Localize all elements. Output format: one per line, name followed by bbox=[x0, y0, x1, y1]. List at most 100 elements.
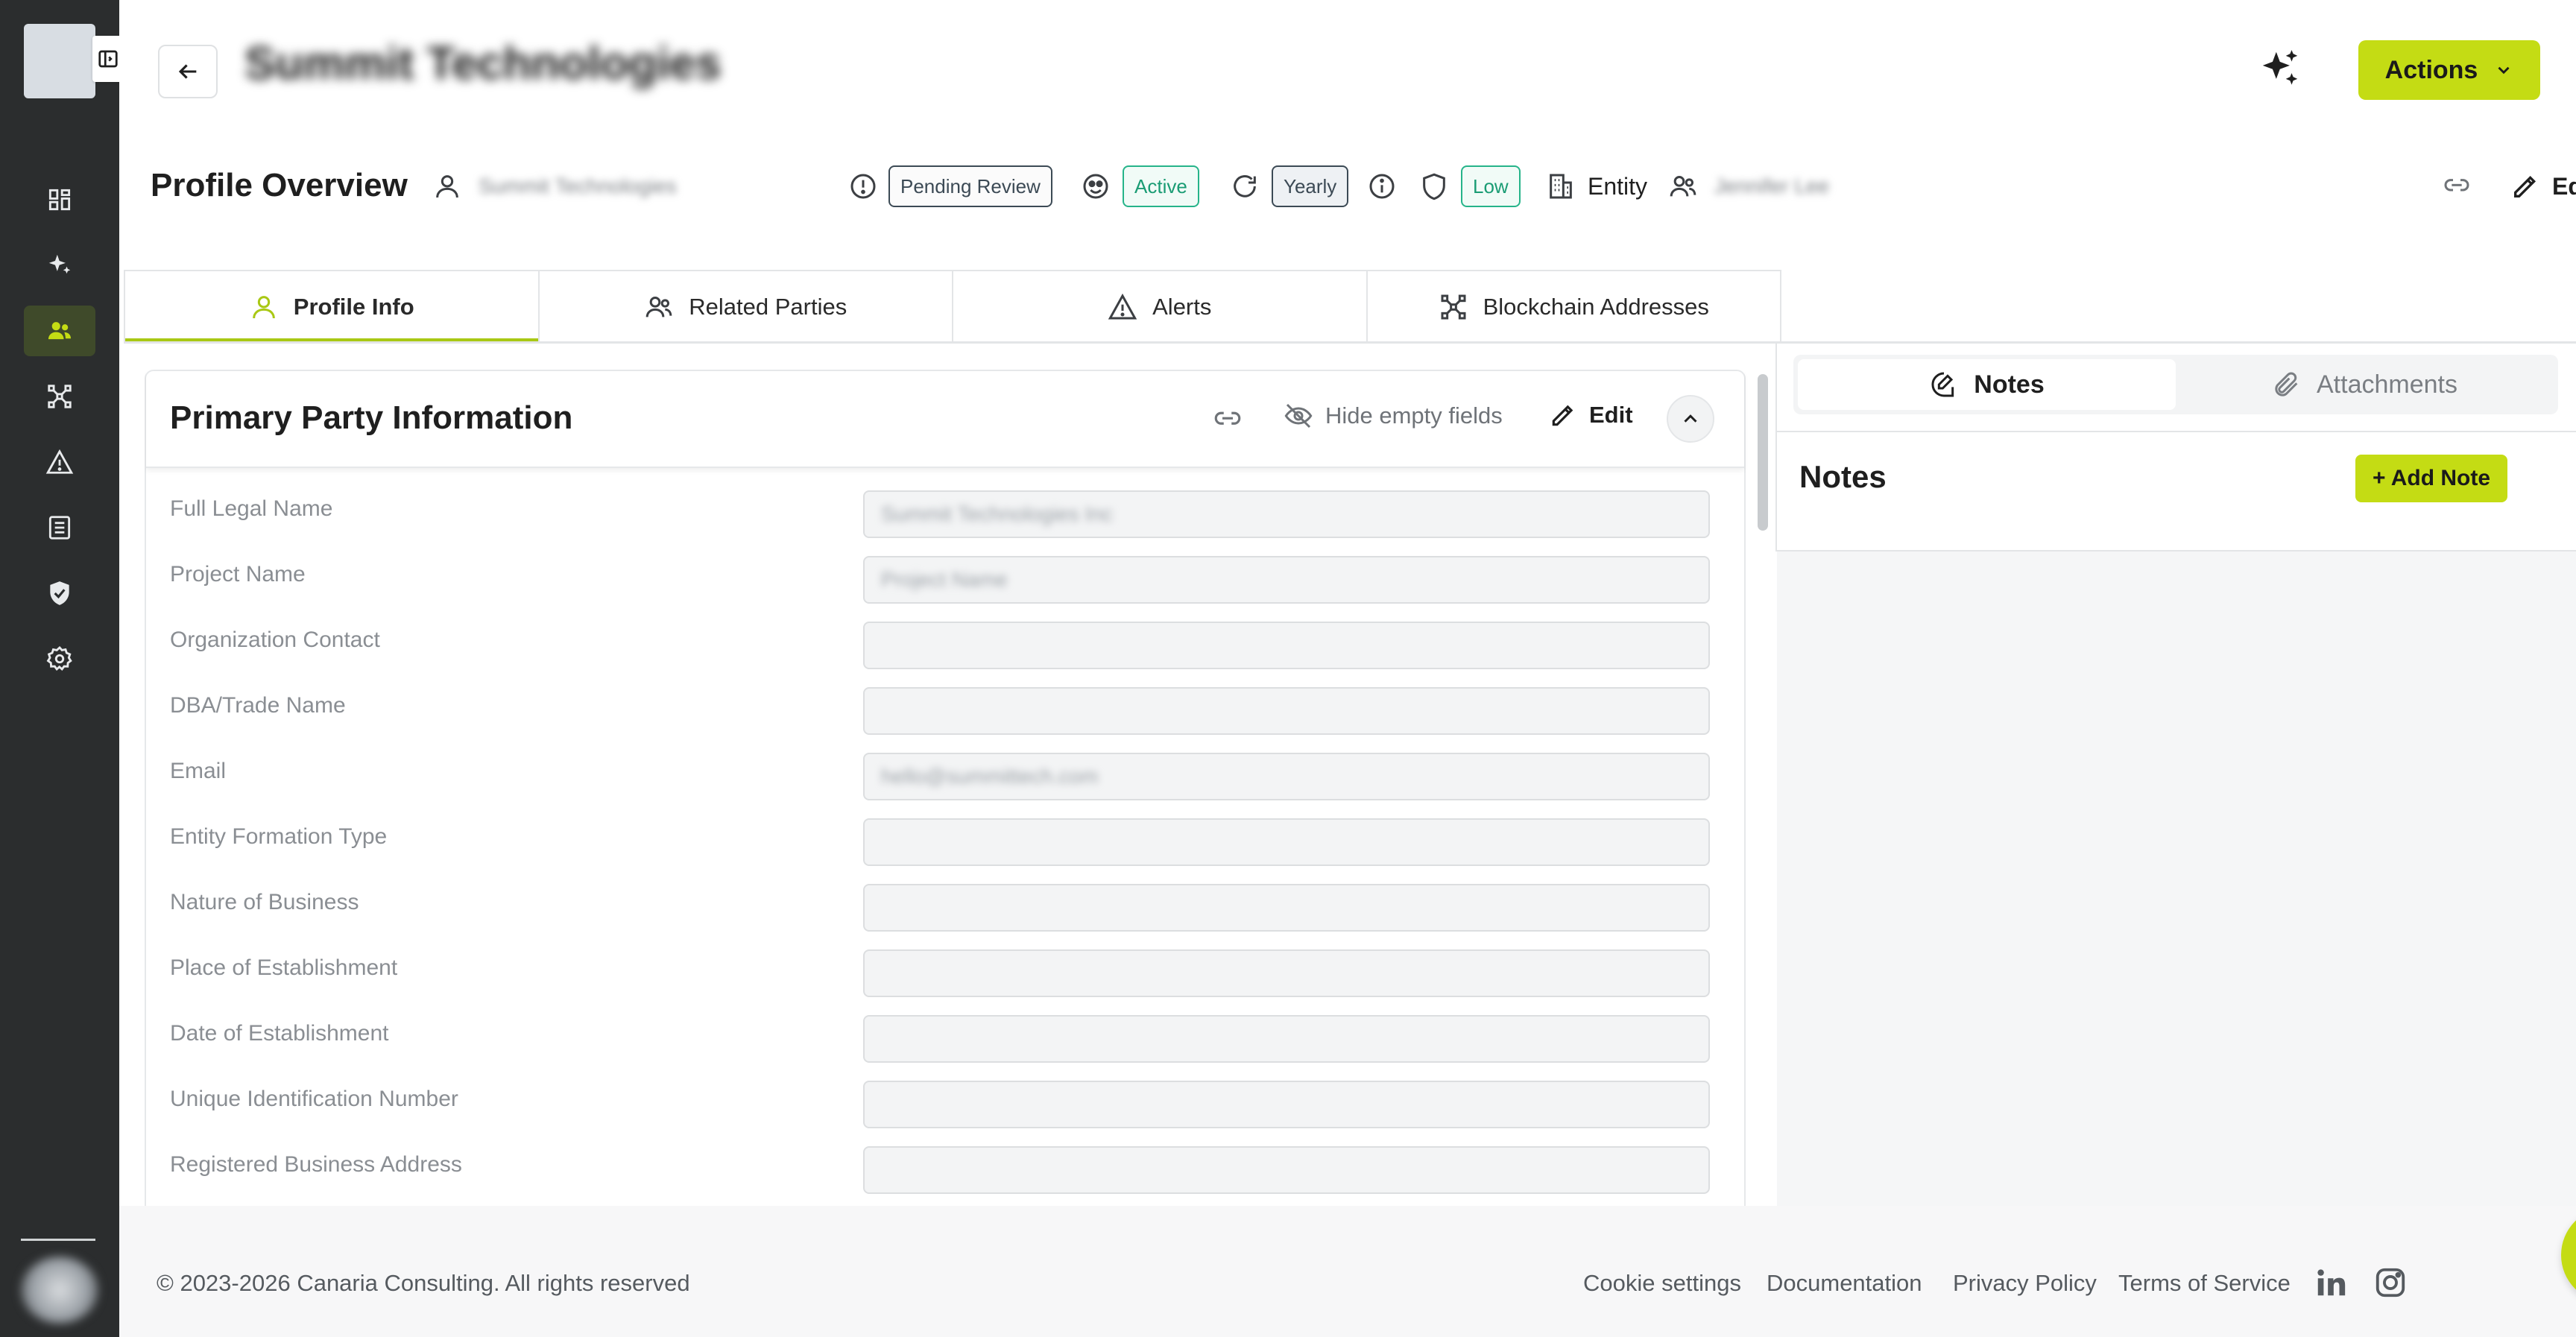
field-project-name: Project Name Project Name bbox=[170, 556, 1728, 605]
user-icon bbox=[436, 175, 458, 198]
owner-name: Summit Technologies bbox=[479, 174, 677, 197]
privacy-policy-link[interactable]: Privacy Policy bbox=[1953, 1270, 2097, 1297]
assignee-name: Jennifer Lee bbox=[1714, 174, 1830, 197]
warning-icon bbox=[45, 449, 74, 474]
right-panel-divider bbox=[1775, 431, 2576, 432]
instagram-icon[interactable] bbox=[2373, 1265, 2408, 1300]
unique-identification-number-input[interactable] bbox=[863, 1081, 1710, 1128]
eye-off-icon bbox=[1284, 403, 1313, 429]
tab-alerts[interactable]: Alerts bbox=[953, 271, 1368, 343]
tab-related-parties[interactable]: Related Parties bbox=[540, 271, 953, 343]
copy-link-button[interactable] bbox=[2442, 157, 2472, 216]
hide-empty-fields-toggle[interactable]: Hide empty fields bbox=[1284, 401, 1503, 431]
gear-icon bbox=[46, 645, 72, 671]
collapse-card-button[interactable] bbox=[1667, 395, 1714, 443]
actions-button[interactable]: Actions bbox=[2358, 40, 2540, 100]
sparkle-icon bbox=[48, 254, 71, 274]
field-label: Registered Business Address bbox=[170, 1152, 462, 1177]
page-title: Summit Technologies bbox=[244, 38, 722, 89]
link-icon bbox=[2444, 179, 2469, 192]
field-label: Email bbox=[170, 759, 227, 783]
pencil-icon bbox=[1552, 405, 1573, 426]
email-input[interactable]: hello@summittech.com bbox=[863, 753, 1710, 800]
page-header: Summit Technologies Actions bbox=[119, 0, 2576, 142]
building-icon bbox=[1550, 174, 1572, 199]
org-logo[interactable] bbox=[24, 24, 95, 98]
tab-label: Notes bbox=[1974, 370, 2045, 399]
sidebar-item-settings[interactable] bbox=[24, 633, 95, 684]
field-label: Full Legal Name bbox=[170, 496, 333, 521]
tab-label: Related Parties bbox=[689, 294, 847, 320]
activity-status: Active bbox=[1081, 157, 1199, 216]
review-status-tag[interactable]: Pending Review bbox=[888, 165, 1052, 207]
card-header: Primary Party Information Hide empty fie… bbox=[146, 371, 1744, 468]
profile-edit-button[interactable]: Edit bbox=[2510, 157, 2576, 216]
tab-attachments[interactable]: Attachments bbox=[2176, 359, 2554, 410]
back-button[interactable] bbox=[158, 45, 218, 98]
warning-icon bbox=[1108, 293, 1137, 320]
entity-type-label: Entity bbox=[1588, 172, 1648, 200]
sidebar-item-blockchain[interactable] bbox=[24, 371, 95, 422]
field-label: Project Name bbox=[170, 562, 306, 587]
right-panel-border bbox=[1775, 343, 1777, 551]
organization-contact-input[interactable] bbox=[863, 622, 1710, 669]
add-note-button[interactable]: + Add Note bbox=[2355, 455, 2507, 502]
place-of-establishment-input[interactable] bbox=[863, 949, 1710, 997]
field-full-legal-name: Full Legal Name Summit Technologies Inc bbox=[170, 490, 1728, 540]
date-of-establishment-input[interactable] bbox=[863, 1015, 1710, 1063]
arrow-left-icon bbox=[178, 64, 197, 79]
sidebar-item-reports[interactable] bbox=[24, 502, 95, 553]
sidebar-item-profiles[interactable] bbox=[24, 306, 95, 356]
tab-profile-info[interactable]: Profile Info bbox=[125, 271, 540, 343]
sidebar-item-compliance[interactable] bbox=[24, 568, 95, 619]
ai-sparkle-icon[interactable] bbox=[2257, 46, 2303, 92]
chevron-up-icon bbox=[1684, 414, 1697, 423]
entity-formation-type-input[interactable] bbox=[863, 818, 1710, 866]
documentation-link[interactable]: Documentation bbox=[1767, 1270, 1922, 1297]
review-status: Pending Review bbox=[848, 157, 1052, 216]
owner-field: Summit Technologies bbox=[432, 157, 677, 216]
registered-business-address-input[interactable] bbox=[863, 1146, 1710, 1194]
active-status-badge[interactable]: Active bbox=[1123, 165, 1199, 207]
tabs-divider bbox=[124, 341, 2576, 344]
tab-blockchain-addresses[interactable]: Blockchain Addresses bbox=[1368, 271, 1781, 343]
linkedin-icon[interactable] bbox=[2314, 1265, 2348, 1300]
field-label: Unique Identification Number bbox=[170, 1087, 458, 1111]
risk-level-badge[interactable]: Low bbox=[1461, 165, 1521, 207]
main-content: Summit Technologies Actions Profile Over… bbox=[119, 0, 2576, 1337]
full-legal-name-input[interactable]: Summit Technologies Inc bbox=[863, 490, 1710, 538]
card-edit-button[interactable]: Edit bbox=[1549, 401, 1633, 429]
sidebar-item-ai[interactable] bbox=[24, 240, 95, 291]
dashboard-icon bbox=[48, 189, 71, 211]
info-icon[interactable] bbox=[1367, 171, 1397, 201]
copyright-text: © 2023-2026 Canaria Consulting. All righ… bbox=[157, 1270, 690, 1296]
sidebar-item-dashboard[interactable] bbox=[24, 174, 95, 225]
cookie-settings-link[interactable]: Cookie settings bbox=[1583, 1270, 1741, 1297]
dba-trade-name-input[interactable] bbox=[863, 687, 1710, 735]
field-registered-business-address: Registered Business Address bbox=[170, 1146, 1728, 1195]
terms-of-service-link[interactable]: Terms of Service bbox=[2118, 1270, 2291, 1297]
notes-attachments-tabs: Notes Attachments bbox=[1793, 355, 2558, 414]
actions-button-label: Actions bbox=[2384, 55, 2478, 84]
assignee-field: Jennifer Lee bbox=[1668, 157, 1829, 216]
scrollbar-thumb[interactable] bbox=[1758, 374, 1768, 531]
entity-type: Entity bbox=[1546, 157, 1647, 216]
user-avatar[interactable] bbox=[21, 1257, 98, 1324]
shield-icon bbox=[1423, 173, 1445, 200]
field-nature-of-business: Nature of Business bbox=[170, 884, 1728, 933]
nature-of-business-input[interactable] bbox=[863, 884, 1710, 932]
link-icon[interactable] bbox=[1212, 404, 1243, 435]
info-indicator bbox=[1367, 157, 1397, 216]
primary-info-scroll-area[interactable]: Primary Party Information Hide empty fie… bbox=[145, 370, 1774, 1206]
primary-party-information-card: Primary Party Information Hide empty fie… bbox=[145, 370, 1746, 1206]
paperclip-icon bbox=[2275, 372, 2298, 396]
field-label: DBA/Trade Name bbox=[170, 693, 346, 718]
tab-notes[interactable]: Notes bbox=[1798, 359, 2176, 410]
sidebar-item-alerts[interactable] bbox=[24, 437, 95, 487]
field-organization-contact: Organization Contact bbox=[170, 622, 1728, 671]
footer: © 2023-2026 Canaria Consulting. All righ… bbox=[119, 1206, 2576, 1337]
project-name-input[interactable]: Project Name bbox=[863, 556, 1710, 604]
review-cycle-tag[interactable]: Yearly bbox=[1272, 165, 1349, 207]
profile-tabs: Profile Info Related Parties Alerts Bloc… bbox=[124, 270, 1781, 343]
sidebar-toggle-icon bbox=[98, 50, 118, 68]
